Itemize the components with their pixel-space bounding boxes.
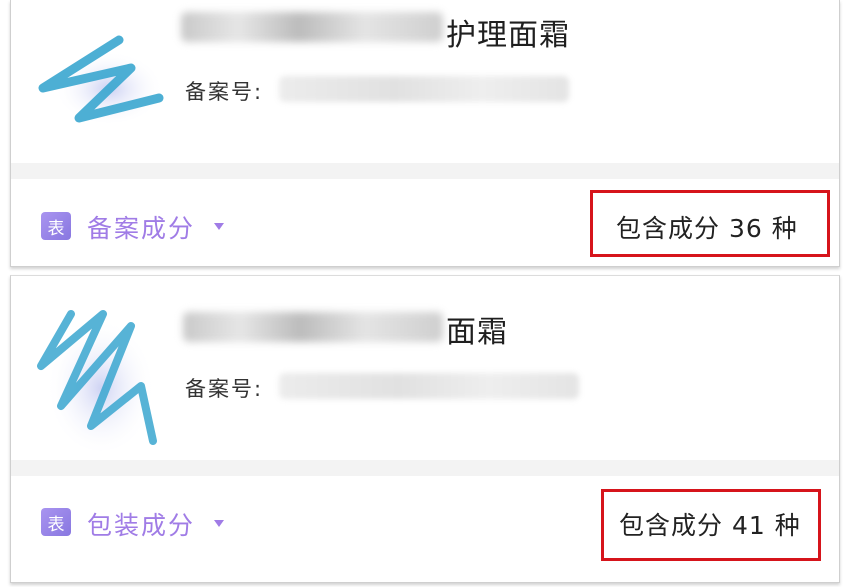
record-number-label: 备案号: bbox=[185, 377, 264, 401]
card-divider bbox=[11, 163, 839, 179]
record-number-label: 备案号: bbox=[185, 80, 264, 104]
product-name: 面霜 bbox=[446, 315, 508, 350]
chevron-down-icon[interactable] bbox=[214, 520, 224, 527]
product-thumbnail bbox=[37, 310, 157, 451]
table-icon: 表 bbox=[41, 508, 71, 536]
blurred-product-name bbox=[183, 312, 443, 342]
blurred-record-number bbox=[279, 373, 579, 399]
blurred-record-number bbox=[279, 76, 569, 102]
card-divider bbox=[11, 460, 839, 476]
product-name: 护理面霜 bbox=[446, 18, 570, 53]
highlight-box bbox=[590, 190, 830, 257]
product-thumbnail bbox=[38, 35, 164, 123]
blurred-product-name bbox=[181, 12, 443, 42]
highlight-box bbox=[601, 489, 821, 561]
table-icon: 表 bbox=[41, 212, 71, 240]
ingredient-type-dropdown[interactable]: 备案成分 bbox=[87, 209, 195, 245]
chevron-down-icon[interactable] bbox=[214, 223, 224, 230]
ingredient-type-dropdown[interactable]: 包装成分 bbox=[87, 506, 195, 542]
